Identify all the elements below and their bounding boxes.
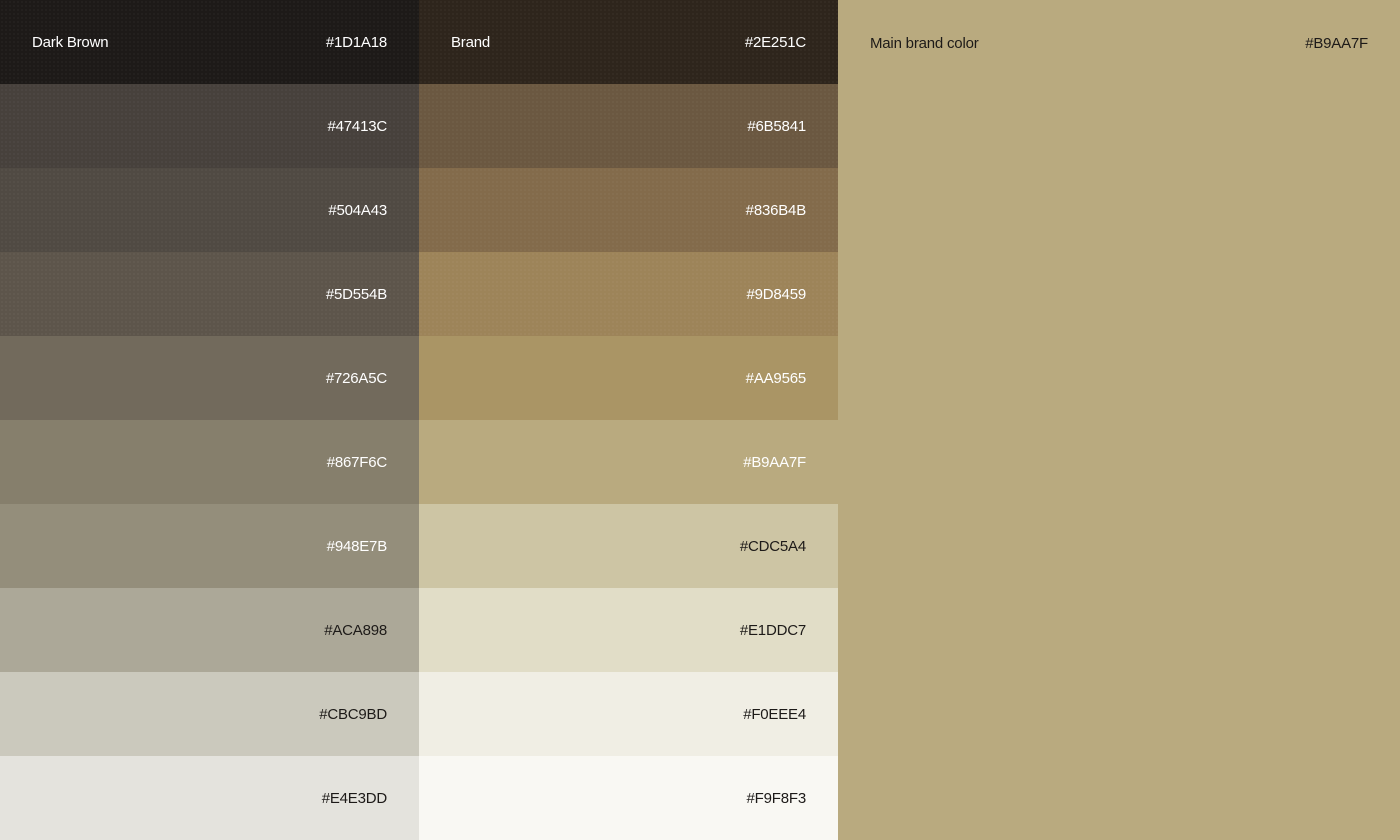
brand-swatch-1: #6B5841: [419, 84, 838, 168]
swatch-hex: #CBC9BD: [319, 705, 387, 723]
main-brand-label: Main brand color: [870, 34, 979, 52]
dark-brown-swatch-5: #867F6C: [0, 420, 419, 504]
brand-swatch-9: #F9F8F3: [419, 756, 838, 840]
brand-swatch-5: #B9AA7F: [419, 420, 838, 504]
brand-swatch-7: #E1DDC7: [419, 588, 838, 672]
brand-swatch-4: #AA9565: [419, 336, 838, 420]
swatch-hex: #836B4B: [745, 201, 807, 219]
brand-swatch-8: #F0EEE4: [419, 672, 838, 756]
brand-label: Brand: [451, 33, 491, 51]
color-palette-page: Dark Brown #1D1A18 #47413C #504A43 #5D55…: [0, 0, 1400, 840]
swatch-hex: #726A5C: [325, 369, 387, 387]
dark-brown-label: Dark Brown: [32, 33, 109, 51]
swatch-hex: #504A43: [328, 201, 387, 219]
dark-brown-swatch-2: #504A43: [0, 168, 419, 252]
brand-swatch-6: #CDC5A4: [419, 504, 838, 588]
swatch-hex: #47413C: [327, 117, 388, 135]
swatch-hex: #ACA898: [324, 621, 387, 639]
dark-brown-swatch-1: #47413C: [0, 84, 419, 168]
dark-brown-swatch-6: #948E7B: [0, 504, 419, 588]
main-brand-hex: #B9AA7F: [1305, 34, 1368, 52]
swatch-hex: #948E7B: [326, 537, 388, 555]
swatch-hex: #867F6C: [326, 453, 388, 471]
swatch-hex: #F9F8F3: [746, 789, 807, 807]
swatch-hex: #B9AA7F: [743, 453, 806, 471]
dark-brown-swatch-9: #E4E3DD: [0, 756, 419, 840]
dark-brown-swatch-7: #ACA898: [0, 588, 419, 672]
dark-brown-swatch-4: #726A5C: [0, 336, 419, 420]
dark-brown-swatch-0: Dark Brown #1D1A18: [0, 0, 419, 84]
swatch-hex: #1D1A18: [325, 33, 387, 51]
dark-brown-swatch-3: #5D554B: [0, 252, 419, 336]
brand-swatch-0: Brand #2E251C: [419, 0, 838, 84]
brand-column: Brand #2E251C #6B5841 #836B4B #9D8459 #A…: [419, 0, 838, 840]
swatch-hex: #AA9565: [745, 369, 807, 387]
swatch-hex: #E1DDC7: [739, 621, 806, 639]
brand-swatch-3: #9D8459: [419, 252, 838, 336]
brand-swatch-2: #836B4B: [419, 168, 838, 252]
swatch-hex: #9D8459: [746, 285, 807, 303]
main-brand-header: Main brand color #B9AA7F: [838, 0, 1400, 86]
main-brand-color-panel: Main brand color #B9AA7F: [838, 0, 1400, 840]
swatch-hex: #E4E3DD: [321, 789, 388, 807]
dark-brown-swatch-8: #CBC9BD: [0, 672, 419, 756]
swatch-hex: #F0EEE4: [743, 705, 806, 723]
dark-brown-column: Dark Brown #1D1A18 #47413C #504A43 #5D55…: [0, 0, 419, 840]
swatch-hex: #6B5841: [747, 117, 806, 135]
swatch-hex: #CDC5A4: [739, 537, 806, 555]
swatch-hex: #5D554B: [325, 285, 387, 303]
swatch-hex: #2E251C: [744, 33, 806, 51]
